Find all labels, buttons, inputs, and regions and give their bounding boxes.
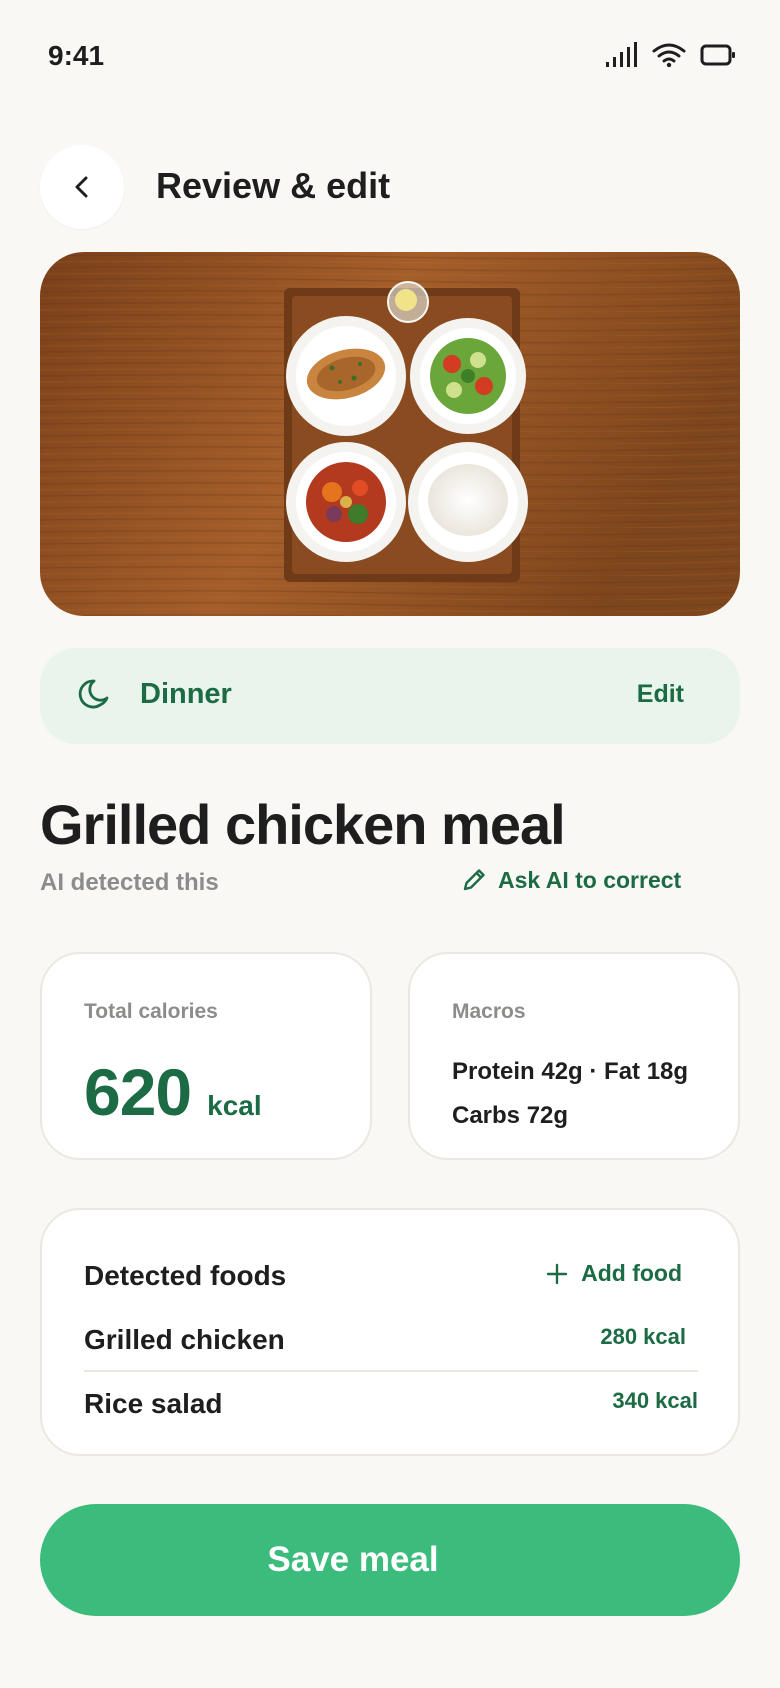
chevron-left-icon [75, 176, 88, 198]
ask-ai-label: Ask AI to correct [498, 866, 682, 893]
status-bar: 9:41 [0, 0, 780, 110]
ai-detected-hint: AI detected this [40, 869, 219, 896]
food-kcal: 340 kcal [612, 1388, 698, 1413]
plus-icon [546, 1263, 568, 1284]
pencil-icon [463, 869, 485, 891]
meal-photo [40, 252, 740, 616]
save-meal-button[interactable]: Save meal [40, 1504, 740, 1616]
food-kcal: 280 kcal [600, 1324, 686, 1349]
add-food-button[interactable]: Add food [545, 1260, 682, 1287]
food-row[interactable]: Rice salad 340 kcal [84, 1374, 698, 1434]
status-time: 9:41 [48, 40, 105, 71]
battery-icon [700, 44, 735, 66]
add-food-label: Add food [581, 1260, 682, 1286]
calories-unit: kcal [207, 1090, 262, 1121]
calories-label: Total calories [84, 1000, 218, 1023]
moon-icon [78, 679, 109, 709]
meal-photo-image [40, 252, 740, 616]
calories-card: Total calories 620 kcal [40, 952, 372, 1160]
meal-type-edit-button[interactable]: Edit [637, 680, 684, 709]
macros-line-2: Carbs 72g [452, 1102, 569, 1129]
meal-type-label: Dinner [140, 678, 232, 710]
macros-label: Macros [452, 1000, 526, 1023]
meal-name: Grilled chicken meal [40, 793, 566, 856]
status-icons [604, 42, 736, 68]
detected-foods-title: Detected foods [84, 1260, 287, 1291]
wifi-icon [652, 43, 686, 68]
ask-ai-correct-button[interactable]: Ask AI to correct [460, 866, 681, 894]
macros-card: Macros Protein 42g · Fat 18g Carbs 72g [408, 952, 740, 1160]
macros-line-1: Protein 42g · Fat 18g [452, 1058, 689, 1085]
food-name: Grilled chicken [84, 1324, 285, 1355]
page-title: Review & edit [156, 165, 391, 206]
meal-type-bar[interactable]: Dinner Edit [40, 648, 740, 744]
food-row[interactable]: Grilled chicken 280 kcal [84, 1310, 698, 1372]
calories-value: 620 kcal [84, 1054, 262, 1130]
calories-number: 620 [84, 1055, 192, 1129]
back-button[interactable] [40, 145, 124, 229]
detected-foods-card: Detected foods Add food Grilled chicken … [40, 1208, 740, 1456]
signal-icon [606, 42, 637, 67]
food-name: Rice salad [84, 1388, 223, 1419]
